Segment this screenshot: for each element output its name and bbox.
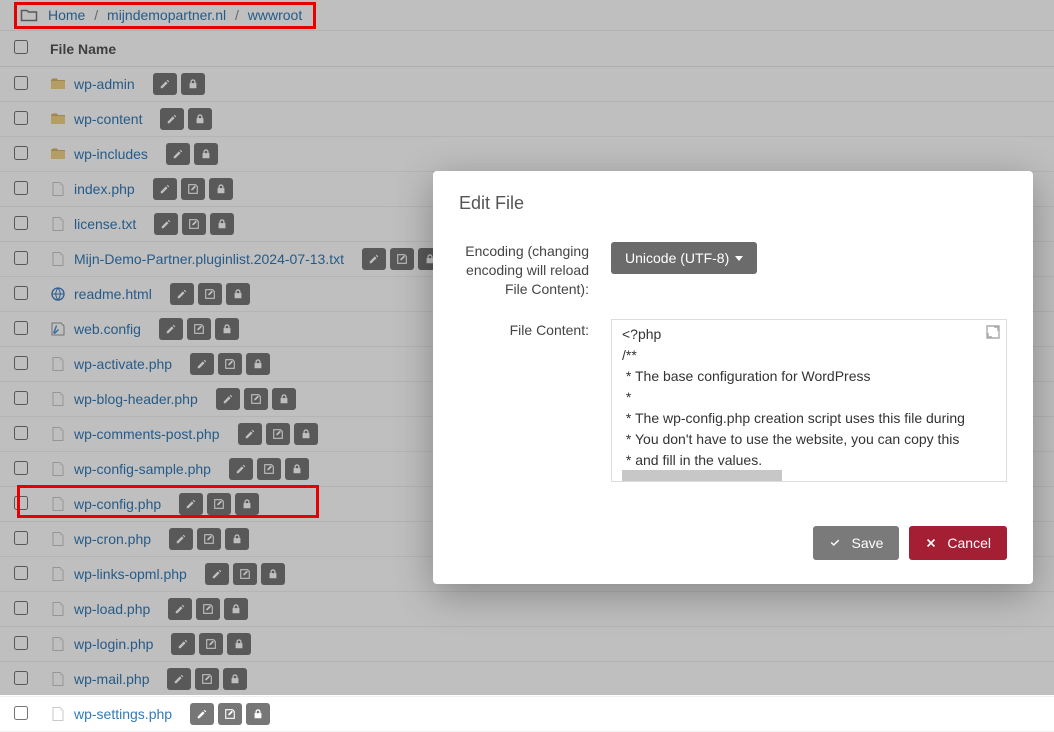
edit-button[interactable] [190, 703, 214, 725]
horizontal-scrollbar[interactable] [622, 470, 782, 481]
file-icon [50, 706, 66, 722]
file-content-text: <?php /** * The base configuration for W… [622, 326, 965, 482]
lock-button[interactable] [246, 703, 270, 725]
chevron-down-icon [735, 256, 743, 261]
editfile-button[interactable] [218, 703, 242, 725]
cancel-label: Cancel [947, 535, 991, 551]
modal-title: Edit File [459, 193, 1007, 214]
file-link[interactable]: wp-settings.php [74, 706, 172, 722]
save-button[interactable]: Save [813, 526, 899, 560]
encoding-dropdown[interactable]: Unicode (UTF-8) [611, 242, 757, 274]
check-icon [829, 537, 841, 549]
file-content-textarea[interactable]: <?php /** * The base configuration for W… [611, 319, 1007, 482]
file-content-label: File Content: [459, 319, 589, 482]
edit-file-modal: Edit File Encoding (changing encoding wi… [433, 171, 1033, 584]
table-row: wp-settings.php [0, 697, 1054, 732]
row-checkbox[interactable] [14, 706, 28, 720]
close-icon [925, 537, 937, 549]
expand-icon[interactable] [986, 324, 1000, 345]
save-label: Save [851, 535, 883, 551]
encoding-value: Unicode (UTF-8) [625, 250, 729, 266]
encoding-label: Encoding (changing encoding will reload … [459, 242, 589, 299]
cancel-button[interactable]: Cancel [909, 526, 1007, 560]
